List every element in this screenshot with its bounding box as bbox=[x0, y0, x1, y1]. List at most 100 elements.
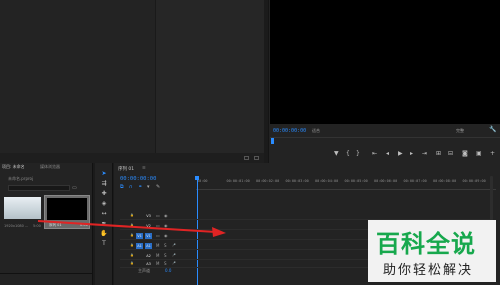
export-frame-icon[interactable]: ◙ bbox=[462, 150, 468, 158]
clip-duration: 5:00 bbox=[33, 224, 41, 228]
timeline-playhead[interactable] bbox=[195, 176, 199, 180]
master-track-label: 主声道 bbox=[138, 268, 150, 273]
sequence-duration: 0:00 bbox=[80, 223, 88, 227]
step-back-icon[interactable]: ◂ bbox=[386, 150, 389, 158]
razor-icon[interactable]: ◈ bbox=[100, 200, 108, 208]
ruler-tick-label: 00:00:05:00 bbox=[344, 179, 368, 183]
sequence-thumbnail-image bbox=[47, 198, 87, 220]
source-patch-target[interactable]: V1 bbox=[136, 233, 143, 239]
sync-lock-icon[interactable]: ▭ bbox=[156, 213, 160, 218]
track-header: 🔒 V2 ▭ ◉ bbox=[116, 222, 196, 230]
linked-selection-icon[interactable]: ⚭ bbox=[138, 184, 142, 190]
tab-project[interactable]: 项目: 未命名 bbox=[2, 164, 25, 170]
program-video-display bbox=[270, 0, 500, 124]
go-to-in-icon[interactable]: ⇤ bbox=[372, 150, 377, 158]
program-timecode[interactable]: 00:00:00:00 bbox=[273, 128, 306, 134]
microphone-icon[interactable]: 🎤 bbox=[172, 261, 176, 265]
type-icon[interactable]: T bbox=[100, 240, 108, 248]
mute-icon[interactable]: M bbox=[156, 261, 159, 266]
ripple-edit-icon[interactable]: ✚ bbox=[100, 190, 108, 198]
master-volume-value[interactable]: 0.0 bbox=[165, 268, 171, 273]
track-header: 🔒 A1 A1 M S 🎤 bbox=[116, 242, 196, 250]
nest-icon[interactable]: ⧉ bbox=[120, 184, 124, 190]
go-to-out-icon[interactable]: ⇥ bbox=[422, 150, 427, 158]
selection-tool-icon[interactable]: ➤ bbox=[100, 170, 108, 178]
step-forward-icon[interactable]: ▸ bbox=[410, 150, 413, 158]
insert-icon[interactable]: ⊞ bbox=[436, 150, 441, 158]
track-label[interactable]: V2 bbox=[145, 223, 152, 229]
play-icon[interactable]: ▶ bbox=[398, 150, 403, 158]
project-bottom-bar bbox=[0, 273, 93, 285]
timeline-timecode[interactable]: 00:00:00:00 bbox=[120, 176, 156, 182]
lock-icon[interactable]: 🔒 bbox=[130, 261, 134, 265]
source-patch-target[interactable]: A1 bbox=[136, 243, 143, 249]
program-time-ruler[interactable] bbox=[270, 137, 500, 145]
ruler-tick-label: 00:00:02:00 bbox=[256, 179, 280, 183]
track-header: 🔒 V3 ▭ ◉ bbox=[116, 212, 196, 220]
clip-name: 1920x1080 ... bbox=[4, 224, 29, 228]
mute-icon[interactable]: M bbox=[156, 243, 159, 248]
solo-icon[interactable]: S bbox=[164, 243, 167, 248]
microphone-icon[interactable]: 🎤 bbox=[172, 253, 176, 257]
track-label[interactable]: A2 bbox=[145, 253, 152, 259]
add-marker-icon[interactable]: ▾ bbox=[147, 184, 150, 190]
track-header: 🔒 A3 M S 🎤 bbox=[116, 260, 196, 268]
program-transport-controls: ▼ { } ⇤ ◂ ▶ ▸ ⇥ ⊞ ⊟ ◙ ▣ + bbox=[330, 150, 500, 160]
ruler-tick-label: 00:00:04:00 bbox=[315, 179, 339, 183]
solo-icon[interactable]: S bbox=[164, 253, 167, 258]
button-editor-icon[interactable]: + bbox=[490, 150, 495, 158]
export-frame-icon[interactable] bbox=[254, 156, 259, 160]
pen-icon[interactable]: ✒ bbox=[100, 220, 108, 228]
new-bin-icon[interactable]: ▭ bbox=[72, 185, 77, 191]
overwrite-icon[interactable]: ⊟ bbox=[448, 150, 453, 158]
ruler-tick-label: 00:00:08:00 bbox=[433, 179, 457, 183]
compare-icon[interactable]: ▣ bbox=[476, 150, 482, 158]
ruler-tick-label: 00:00:03:00 bbox=[285, 179, 309, 183]
lock-icon[interactable]: 🔒 bbox=[130, 253, 134, 257]
lock-icon[interactable]: 🔒 bbox=[130, 243, 134, 247]
snap-icon[interactable]: ∩ bbox=[129, 184, 133, 190]
watermark-title: 百科全说 bbox=[376, 230, 476, 258]
track-label[interactable]: V1 bbox=[145, 233, 152, 239]
wrench-icon[interactable]: ✎ bbox=[156, 184, 160, 190]
sync-lock-icon[interactable]: ▭ bbox=[156, 233, 160, 238]
ruler-tick-label: 00:00:06:00 bbox=[374, 179, 398, 183]
watermark-subtitle: 助你轻松解决 bbox=[383, 263, 474, 278]
solo-icon[interactable]: S bbox=[164, 261, 167, 266]
lock-icon[interactable]: 🔒 bbox=[130, 223, 134, 227]
sync-lock-icon[interactable]: ▭ bbox=[156, 223, 160, 228]
clip-thumbnail[interactable] bbox=[4, 197, 41, 219]
program-playhead[interactable] bbox=[271, 138, 274, 144]
track-header: 🔒 V1 V1 ▭ ◉ bbox=[116, 232, 196, 240]
lock-icon[interactable]: 🔒 bbox=[130, 233, 134, 237]
ruler-tick-label: 00:00:01:00 bbox=[226, 179, 250, 183]
in-point-icon[interactable]: { bbox=[346, 150, 350, 158]
bin-icon[interactable] bbox=[244, 156, 249, 160]
eye-icon[interactable]: ◉ bbox=[164, 213, 168, 218]
track-label[interactable]: A1 bbox=[145, 243, 152, 249]
eye-icon[interactable]: ◉ bbox=[164, 223, 168, 228]
tab-media-browser[interactable]: 媒体浏览器 bbox=[40, 164, 60, 170]
program-quality-dropdown[interactable]: 完整 bbox=[456, 128, 464, 134]
lock-icon[interactable]: 🔒 bbox=[130, 213, 134, 217]
mute-icon[interactable]: M bbox=[156, 253, 159, 258]
hand-icon[interactable]: ✋ bbox=[100, 230, 108, 238]
out-point-icon[interactable]: } bbox=[356, 150, 360, 158]
effect-controls-panel bbox=[155, 0, 264, 153]
wrench-icon[interactable]: 🔧 bbox=[489, 127, 496, 133]
track-label[interactable]: A3 bbox=[145, 261, 152, 267]
slip-icon[interactable]: ↔ bbox=[100, 210, 108, 218]
ruler-tick-label: 00:00:07:00 bbox=[403, 179, 427, 183]
timeline-menu-icon[interactable]: ≡ bbox=[142, 166, 146, 171]
track-label[interactable]: V3 bbox=[145, 213, 152, 219]
eye-icon[interactable]: ◉ bbox=[164, 233, 168, 238]
project-file-name: 未命名.prproj bbox=[8, 176, 34, 181]
ruler-tick-label: 00:00:09:00 bbox=[462, 179, 486, 183]
timeline-tab[interactable]: 序列 01 bbox=[118, 166, 134, 172]
microphone-icon[interactable]: 🎤 bbox=[172, 243, 176, 247]
track-select-icon[interactable]: ⇶ bbox=[100, 180, 108, 188]
marker-icon[interactable]: ▼ bbox=[334, 150, 339, 158]
track-header: 🔒 A2 M S 🎤 bbox=[116, 252, 196, 260]
project-search-input[interactable] bbox=[8, 185, 70, 191]
program-fit-dropdown[interactable]: 适合 bbox=[312, 128, 320, 134]
